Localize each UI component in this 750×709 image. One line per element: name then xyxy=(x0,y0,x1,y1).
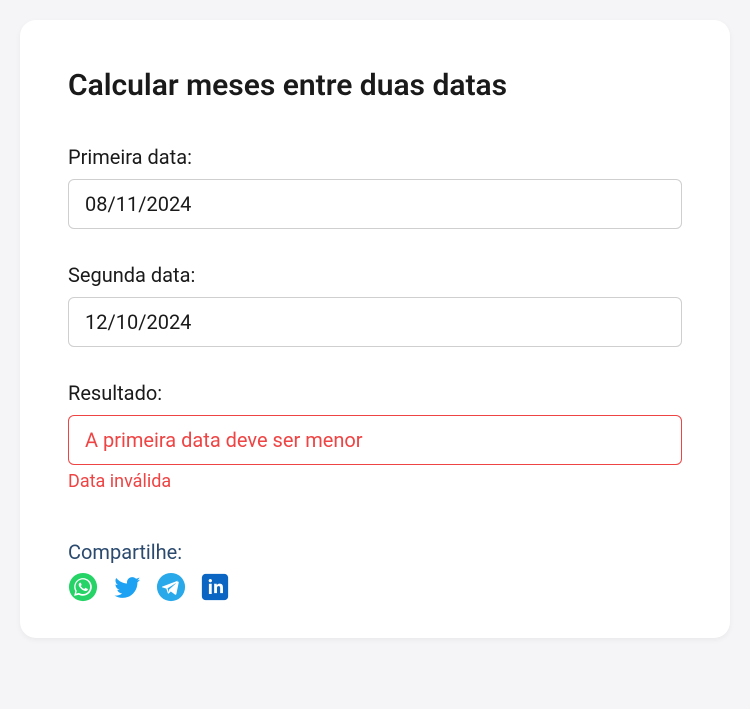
result-value: A primeira data deve ser menor xyxy=(68,415,682,465)
second-date-group: Segunda data: xyxy=(68,263,682,347)
share-linkedin-button[interactable] xyxy=(200,572,230,602)
linkedin-icon xyxy=(200,572,230,602)
second-date-label: Segunda data: xyxy=(68,263,682,287)
share-twitter-button[interactable] xyxy=(112,572,142,602)
first-date-label: Primeira data: xyxy=(68,145,682,169)
share-telegram-button[interactable] xyxy=(156,572,186,602)
calculator-card: Calcular meses entre duas datas Primeira… xyxy=(20,20,730,638)
whatsapp-icon xyxy=(68,572,98,602)
result-group: Resultado: A primeira data deve ser meno… xyxy=(68,381,682,492)
second-date-input[interactable] xyxy=(68,297,682,347)
first-date-input[interactable] xyxy=(68,179,682,229)
share-whatsapp-button[interactable] xyxy=(68,572,98,602)
share-title: Compartilhe: xyxy=(68,540,682,564)
telegram-icon xyxy=(156,572,186,602)
share-section: Compartilhe: xyxy=(68,540,682,602)
share-icons-row xyxy=(68,572,682,602)
page-title: Calcular meses entre duas datas xyxy=(68,68,682,103)
first-date-group: Primeira data: xyxy=(68,145,682,229)
twitter-icon xyxy=(112,572,142,602)
result-label: Resultado: xyxy=(68,381,682,405)
result-hint: Data inválida xyxy=(68,471,682,492)
